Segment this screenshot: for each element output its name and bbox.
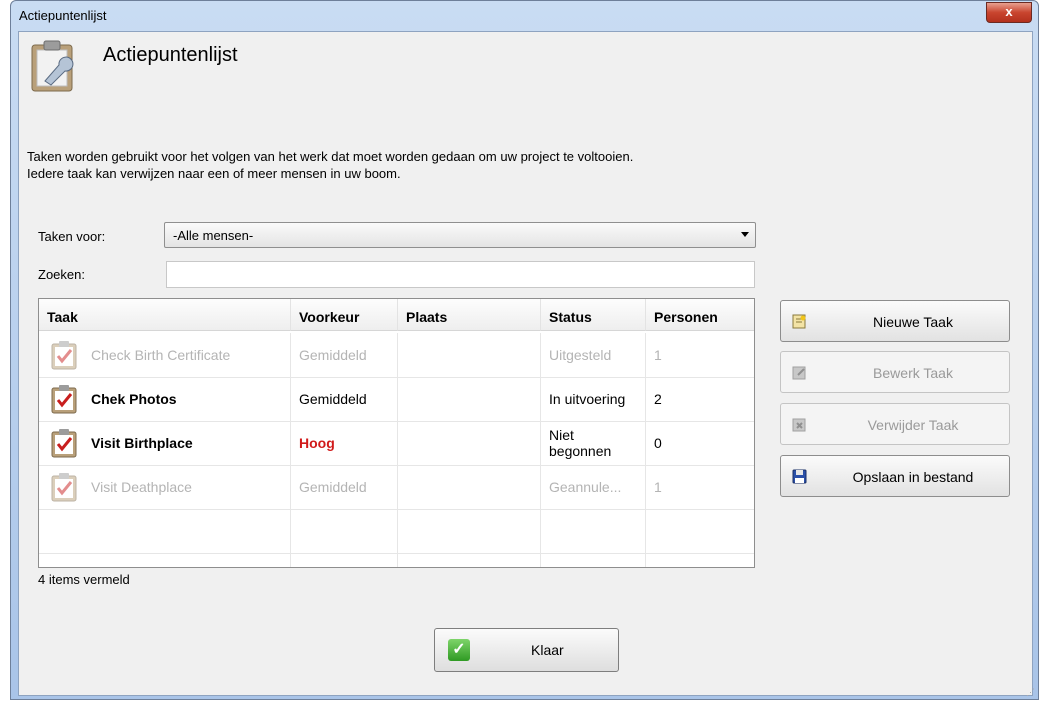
task-name: Chek Photos — [91, 377, 291, 421]
resize-grip-icon[interactable]: ⋰ — [1026, 687, 1035, 698]
title-bar[interactable]: Actiepuntenlijst x — [11, 1, 1038, 31]
chevron-down-icon[interactable] — [741, 232, 749, 237]
column-header-voorkeur[interactable]: Voorkeur — [291, 299, 398, 331]
delete-task-label: Verwijder Taak — [867, 417, 959, 433]
task-place — [398, 377, 541, 421]
table-row[interactable]: Chek Photos Gemiddeld In uitvoering 2 — [39, 377, 754, 422]
task-place — [398, 333, 541, 377]
new-task-button[interactable]: Nieuwe Taak — [780, 300, 1010, 342]
window-title: Actiepuntenlijst — [19, 8, 107, 23]
clipboard-check-icon — [51, 385, 77, 414]
task-priority: Gemiddeld — [291, 377, 398, 421]
task-table: Taak Voorkeur Plaats Status Personen Che… — [38, 298, 755, 568]
done-button[interactable]: ✓ Klaar — [434, 628, 619, 672]
task-name: Visit Birthplace — [91, 421, 291, 465]
empty-row — [39, 553, 754, 567]
floppy-disk-icon — [792, 469, 807, 484]
table-row[interactable]: Check Birth Certificate Gemiddeld Uitges… — [39, 333, 754, 378]
edit-task-label: Bewerk Taak — [873, 365, 953, 381]
zoeken-label: Zoeken: — [38, 267, 85, 282]
task-status: Uitgesteld — [541, 333, 646, 377]
column-header-plaats[interactable]: Plaats — [398, 299, 541, 331]
taken-voor-dropdown[interactable]: -Alle mensen- — [164, 222, 756, 248]
taken-voor-label: Taken voor: — [38, 229, 106, 244]
task-name: Visit Deathplace — [91, 465, 291, 509]
task-priority: Hoog — [291, 421, 398, 465]
table-row[interactable]: Visit Deathplace Gemiddeld Geannule... 1 — [39, 465, 754, 510]
task-status: Niet begonnen — [541, 421, 646, 465]
table-row[interactable]: Visit Birthplace Hoog Niet begonnen 0 — [39, 421, 754, 466]
column-header-taak[interactable]: Taak — [39, 299, 291, 331]
task-place — [398, 421, 541, 465]
task-priority: Gemiddeld — [291, 465, 398, 509]
task-persons: 2 — [654, 391, 662, 407]
done-label: Klaar — [531, 642, 564, 658]
empty-row — [39, 509, 754, 554]
clipboard-wrench-icon — [31, 40, 74, 92]
task-place — [398, 465, 541, 509]
clipboard-check-icon — [51, 429, 77, 458]
description-line-1: Taken worden gebruikt voor het volgen va… — [27, 149, 634, 164]
page-title: Actiepuntenlijst — [103, 44, 238, 66]
task-persons: 1 — [654, 347, 662, 363]
description-line-2: Iedere taak kan verwijzen naar een of me… — [27, 166, 401, 181]
clipboard-check-icon — [51, 341, 77, 370]
edit-task-icon — [792, 366, 806, 380]
clipboard-check-icon — [51, 473, 77, 502]
delete-task-button[interactable]: Verwijder Taak — [780, 403, 1010, 445]
task-status: In uitvoering — [541, 377, 646, 421]
taken-voor-value: -Alle mensen- — [173, 228, 254, 243]
task-persons: 0 — [654, 435, 662, 451]
task-name: Check Birth Certificate — [91, 333, 291, 377]
task-status: Geannule... — [541, 465, 646, 509]
column-header-status[interactable]: Status — [541, 299, 646, 331]
description: Taken worden gebruikt voor het volgen va… — [27, 148, 633, 182]
edit-task-button[interactable]: Bewerk Taak — [780, 351, 1010, 393]
search-input[interactable] — [166, 261, 755, 288]
task-persons: 1 — [654, 479, 662, 495]
save-to-file-button[interactable]: Opslaan in bestand — [780, 455, 1010, 497]
checkmark-icon: ✓ — [448, 639, 470, 661]
item-count: 4 items vermeld — [38, 572, 130, 587]
save-to-file-label: Opslaan in bestand — [852, 469, 974, 485]
delete-task-icon — [792, 418, 806, 432]
new-task-icon — [792, 314, 806, 329]
close-button[interactable]: x — [986, 2, 1032, 23]
new-task-label: Nieuwe Taak — [873, 314, 953, 330]
task-priority: Gemiddeld — [291, 333, 398, 377]
column-header-personen[interactable]: Personen — [646, 299, 754, 331]
